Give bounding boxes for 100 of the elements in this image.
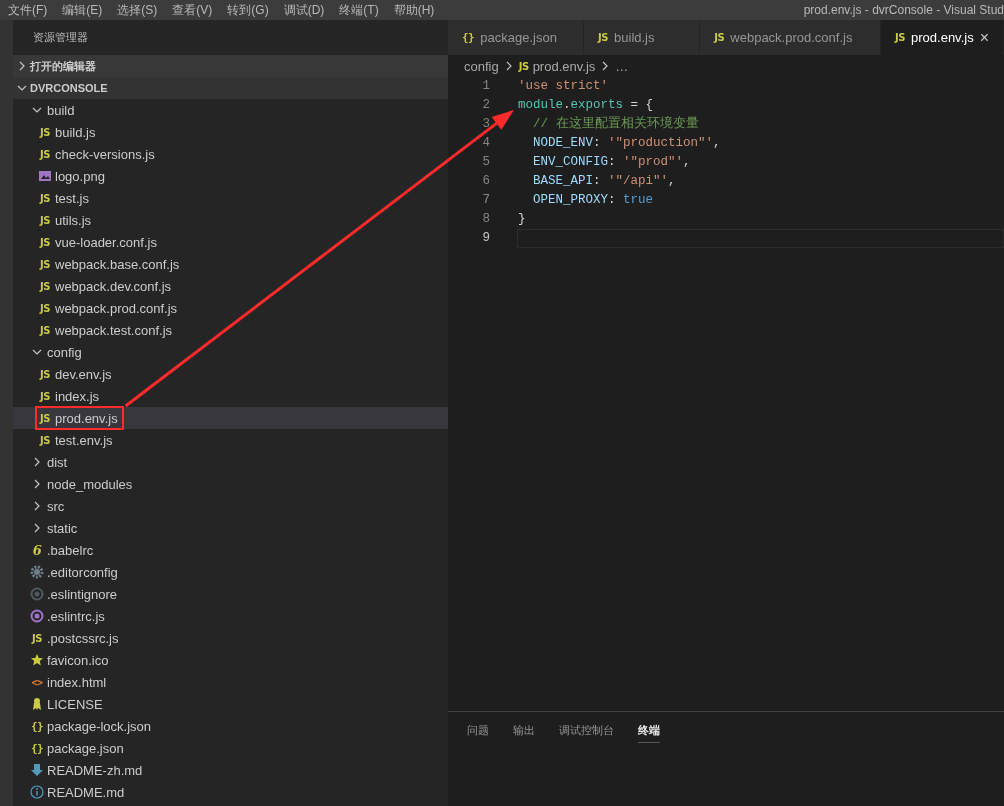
sidebar-title: 资源管理器 bbox=[33, 30, 88, 45]
code-line: } bbox=[517, 211, 527, 228]
line-number: 2 bbox=[481, 97, 490, 114]
folder-item[interactable]: build bbox=[13, 99, 448, 121]
line-number: 9 bbox=[481, 230, 490, 247]
js-icon: JS bbox=[40, 126, 50, 138]
editor-tab[interactable]: JS webpack.prod.conf.js bbox=[700, 20, 882, 55]
star-icon bbox=[30, 653, 44, 667]
file-item[interactable]: favicon.ico bbox=[13, 649, 448, 671]
highlight-box: JS prod.env.js bbox=[37, 408, 122, 428]
code-icon: <> bbox=[31, 676, 43, 688]
file-item[interactable]: {} package.json bbox=[13, 737, 448, 759]
js-icon: JS bbox=[40, 412, 50, 424]
file-item[interactable]: JS webpack.base.conf.js bbox=[13, 253, 448, 275]
section-header[interactable]: DVRCONSOLE bbox=[13, 77, 448, 99]
folder-item[interactable]: src bbox=[13, 495, 448, 517]
editor-tab[interactable]: {} package.json bbox=[448, 20, 585, 55]
code-line: ENV_CONFIG: '"prod"', bbox=[532, 154, 692, 171]
panel-tab[interactable]: 终端 bbox=[638, 723, 660, 743]
menu-item[interactable]: 编辑(E) bbox=[54, 1, 110, 19]
file-item[interactable]: JS prod.env.js bbox=[13, 407, 448, 429]
panel-tab[interactable]: 问题 bbox=[467, 723, 499, 742]
file-item[interactable]: .eslintignore bbox=[13, 583, 448, 605]
breadcrumb-item[interactable]: prod.env.js bbox=[532, 58, 596, 74]
js-icon: JS bbox=[40, 368, 50, 380]
js-icon: JS bbox=[40, 434, 50, 446]
code-line: BASE_API: '"/api"', bbox=[532, 173, 677, 190]
line-number: 1 bbox=[481, 78, 490, 95]
code-line: NODE_ENV: '"production"', bbox=[532, 135, 722, 152]
menu-item[interactable]: 帮助(H) bbox=[385, 1, 442, 19]
js-icon: JS bbox=[40, 192, 50, 204]
menu-item[interactable]: 选择(S) bbox=[109, 1, 165, 19]
file-item[interactable]: JS utils.js bbox=[13, 209, 448, 231]
line-number: 4 bbox=[481, 135, 490, 152]
line-number: 3 bbox=[481, 116, 490, 133]
folder-item[interactable]: node_modules bbox=[13, 473, 448, 495]
file-item[interactable]: .eslintrc.js bbox=[13, 605, 448, 627]
file-item[interactable]: JS build.js bbox=[13, 121, 448, 143]
file-item[interactable]: JS index.js bbox=[13, 385, 448, 407]
menu-item[interactable]: 文件(F) bbox=[0, 1, 55, 19]
breadcrumb-item[interactable]: config bbox=[464, 58, 499, 74]
file-item[interactable]: JS webpack.prod.conf.js bbox=[13, 297, 448, 319]
section-header[interactable]: 打开的编辑器 bbox=[13, 55, 448, 77]
file-item[interactable]: JS check-versions.js bbox=[13, 143, 448, 165]
panel-tab[interactable]: 输出 bbox=[513, 723, 545, 742]
file-item[interactable]: JS dev.env.js bbox=[13, 363, 448, 385]
menu-item[interactable]: 终端(T) bbox=[331, 1, 386, 19]
window-title: prod.env.js - dvrConsole - Visual Stud bbox=[803, 3, 1004, 17]
folder-item[interactable]: static bbox=[13, 517, 448, 539]
code-line: // 在这里配置相关环境变量 bbox=[532, 115, 700, 133]
file-item[interactable]: <> index.html bbox=[13, 671, 448, 693]
file-item[interactable]: logo.png bbox=[13, 165, 448, 187]
line-number: 5 bbox=[481, 154, 490, 171]
js-icon: JS bbox=[40, 390, 50, 402]
file-item[interactable]: JS test.js bbox=[13, 187, 448, 209]
js-icon: JS bbox=[40, 258, 50, 270]
folder-item[interactable]: dist bbox=[13, 451, 448, 473]
file-item[interactable]: JS vue-loader.conf.js bbox=[13, 231, 448, 253]
line-number: 6 bbox=[481, 173, 490, 190]
code-line: OPEN_PROXY: true bbox=[532, 192, 655, 209]
code-line: module.exports = { bbox=[517, 97, 655, 114]
file-item[interactable]: JS webpack.dev.conf.js bbox=[13, 275, 448, 297]
close-icon[interactable]: × bbox=[979, 28, 989, 47]
breadcrumb-item[interactable]: … bbox=[615, 58, 629, 74]
file-item[interactable]: LICENSE bbox=[13, 693, 448, 715]
menu-item[interactable]: 查看(V) bbox=[164, 1, 220, 19]
braces-icon: {} bbox=[30, 719, 44, 733]
file-item[interactable]: 6 .babelrc bbox=[13, 539, 448, 561]
file-item[interactable]: {} package-lock.json bbox=[13, 715, 448, 737]
arrow-down-icon bbox=[30, 763, 44, 777]
js-icon: JS bbox=[40, 280, 50, 292]
editor-tab[interactable]: JS build.js bbox=[584, 20, 701, 55]
file-item[interactable]: README-zh.md bbox=[13, 759, 448, 781]
ribbon-icon bbox=[31, 697, 43, 711]
info-icon bbox=[30, 785, 44, 799]
file-item[interactable]: JS .postcssrc.js bbox=[13, 627, 448, 649]
js-icon: JS bbox=[598, 32, 609, 43]
js-icon: JS bbox=[40, 148, 50, 160]
panel-tab[interactable]: 调试控制台 bbox=[559, 723, 624, 742]
image-icon bbox=[38, 170, 52, 182]
file-item[interactable]: JS webpack.test.conf.js bbox=[13, 319, 448, 341]
editor-tab[interactable]: JS prod.env.js × bbox=[881, 20, 1004, 55]
line-number: 8 bbox=[481, 211, 490, 228]
js-icon: JS bbox=[895, 32, 905, 43]
file-item[interactable]: .editorconfig bbox=[13, 561, 448, 583]
folder-item[interactable]: config bbox=[13, 341, 448, 363]
js-icon: JS bbox=[40, 302, 50, 314]
file-item[interactable]: README.md bbox=[13, 781, 448, 803]
menu-item[interactable]: 转到(G) bbox=[219, 1, 276, 19]
braces-icon: {} bbox=[462, 31, 475, 44]
line-number: 7 bbox=[481, 192, 490, 209]
braces-icon: {} bbox=[30, 741, 44, 755]
js-icon: JS bbox=[40, 324, 50, 336]
file-item[interactable]: JS test.env.js bbox=[13, 429, 448, 451]
js-icon: JS bbox=[40, 236, 50, 248]
js-icon: JS bbox=[40, 214, 50, 226]
js-icon: JS bbox=[518, 60, 529, 72]
js-icon: JS bbox=[714, 32, 725, 43]
menu-item[interactable]: 调试(D) bbox=[275, 1, 332, 19]
js-icon: JS bbox=[32, 632, 42, 644]
